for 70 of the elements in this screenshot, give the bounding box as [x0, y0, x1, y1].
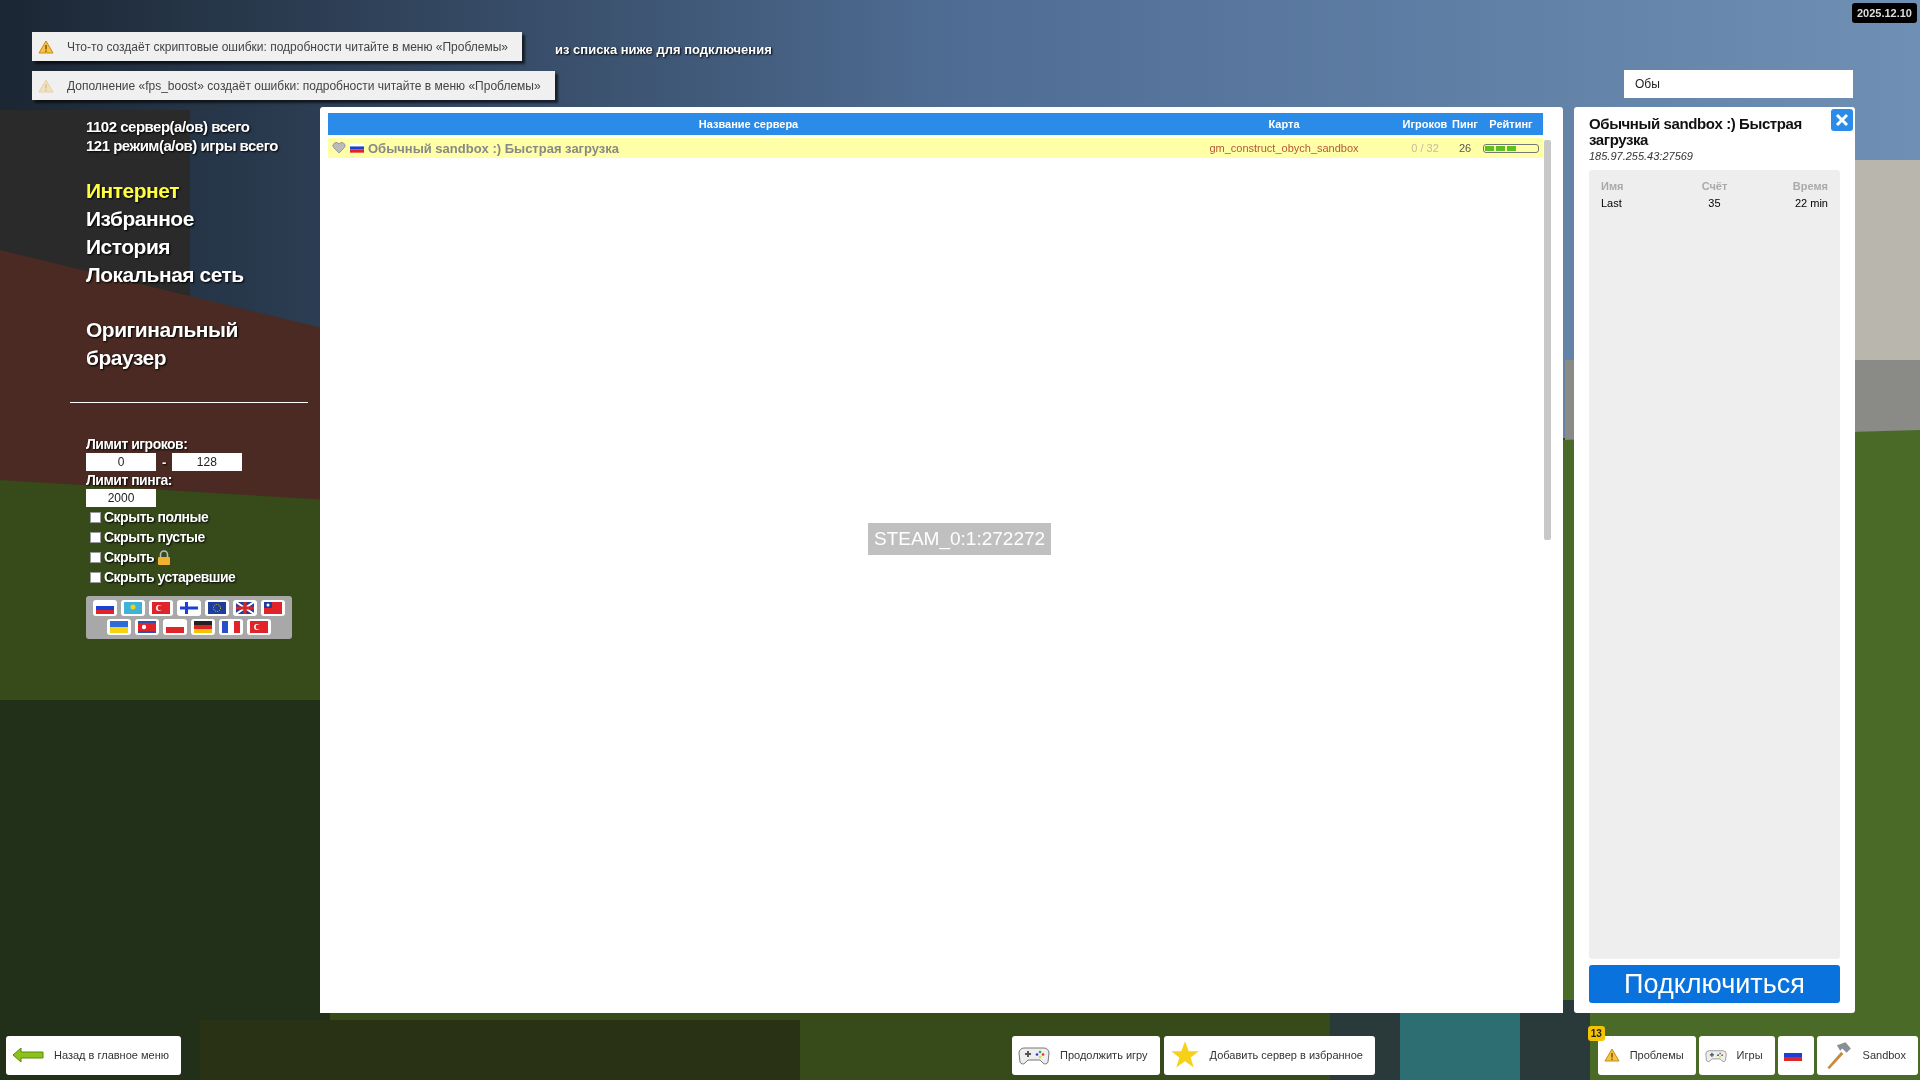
input-field[interactable]: 0 [86, 453, 156, 471]
warning-icon [1603, 1048, 1620, 1062]
star-icon [1169, 1040, 1200, 1070]
menu-button[interactable]: Игры [1698, 1035, 1775, 1075]
table-cell-text: Last [1601, 197, 1623, 211]
checkbox-label: Скрыть полные [104, 509, 209, 525]
stat-text: 1102 сервер(а/ов) всего [86, 117, 251, 136]
server-name: Обычный sandbox :) Быстрая загрузка [368, 140, 620, 156]
nav-link[interactable]: Интернет [86, 177, 320, 205]
flag-icon[interactable] [222, 621, 240, 633]
warning-icon [38, 39, 54, 54]
input-field[interactable]: 2000 [86, 489, 156, 507]
warning-icon [38, 78, 54, 93]
stat-text: 121 режим(а/ов) игры всего [86, 136, 279, 155]
close-icon [1835, 113, 1849, 127]
checkbox[interactable] [90, 551, 101, 563]
flag-icon [350, 143, 364, 153]
server-title: Обычный sandbox :) Быстрая загрузка [1589, 116, 1803, 148]
range-dash: - [162, 454, 166, 470]
checkbox-label: Скрыть пустые [104, 529, 205, 545]
column-header: Счёт [1700, 180, 1729, 194]
ping-value: 26 [1457, 142, 1473, 154]
menu-button[interactable]: Sandbox [1816, 1035, 1918, 1075]
field-label: Лимит игроков: [86, 435, 189, 453]
padlock-icon [157, 549, 172, 565]
column-header[interactable]: Карта [1169, 118, 1399, 130]
search-field[interactable]: Обы [1624, 70, 1853, 98]
arrow-left-icon [12, 1047, 44, 1063]
rating-bar [1483, 143, 1539, 153]
nav-link[interactable]: История [86, 233, 320, 261]
column-header: Время [1791, 180, 1828, 194]
server-row[interactable]: Обычный sandbox :) Быстрая загрузка gm_construct_obych_sandbox 0 / 32 26 [328, 138, 1543, 158]
nav-link[interactable]: Локальная сеть [86, 261, 320, 289]
server-address: 185.97.255.43:27569 [1589, 150, 1694, 162]
notification-text: Что-то создаёт скриптовые ошибки: подробности читайте в меню «Проблемы» [67, 39, 508, 54]
date-badge: 2025.12.10 [1851, 3, 1917, 23]
checkbox-label: Скрыть устаревшие [104, 569, 236, 585]
flag-icon[interactable] [194, 621, 212, 633]
flag-icon[interactable] [180, 602, 198, 614]
gamepad-icon [1018, 1044, 1050, 1066]
column-header[interactable]: Название сервера [328, 118, 1169, 130]
player-count: 0 / 32 [1410, 142, 1440, 154]
flag-icon[interactable] [138, 621, 156, 633]
action-button[interactable]: Продолжить игру [1012, 1035, 1160, 1075]
heart-icon[interactable] [332, 142, 346, 154]
hint-text: из списка ниже для подключения [555, 42, 772, 57]
column-header: Имя [1601, 180, 1625, 194]
column-header[interactable]: Пинг [1451, 118, 1479, 130]
checkbox-label: Скрыть [104, 549, 155, 565]
nav-link[interactable]: Избранное [86, 205, 320, 233]
action-button[interactable]: Добавить сервер в избранное [1163, 1035, 1375, 1075]
checkbox[interactable] [90, 531, 101, 543]
input-field[interactable]: 128 [171, 453, 242, 471]
field-label: Лимит пинга: [86, 471, 173, 489]
steam-id-overlay: STEAM_0:1:272272 [868, 523, 1052, 555]
connect-button[interactable]: Подключиться [1589, 965, 1840, 1003]
column-header[interactable]: Рейтинг [1479, 118, 1543, 130]
nav-link[interactable]: Оригинальный браузер [86, 316, 266, 372]
back-button[interactable]: Назад в главное меню [6, 1035, 181, 1075]
notification-text: Дополнение «fps_boost» создаёт ошибки: подробности читайте в меню «Проблемы» [67, 78, 541, 93]
checkbox[interactable] [90, 571, 101, 583]
table-cell-text: 22 min [1793, 197, 1828, 211]
gamepad-icon [1704, 1047, 1727, 1063]
checkbox[interactable] [90, 511, 101, 523]
scrollbar[interactable] [1544, 140, 1551, 540]
column-header[interactable]: Игроков [1399, 118, 1451, 130]
map-name: gm_construct_obych_sandbox [1208, 142, 1360, 154]
table-cell-text: 35 [1707, 197, 1722, 211]
flag-icon[interactable] [236, 602, 254, 614]
close-button[interactable] [1831, 109, 1853, 131]
